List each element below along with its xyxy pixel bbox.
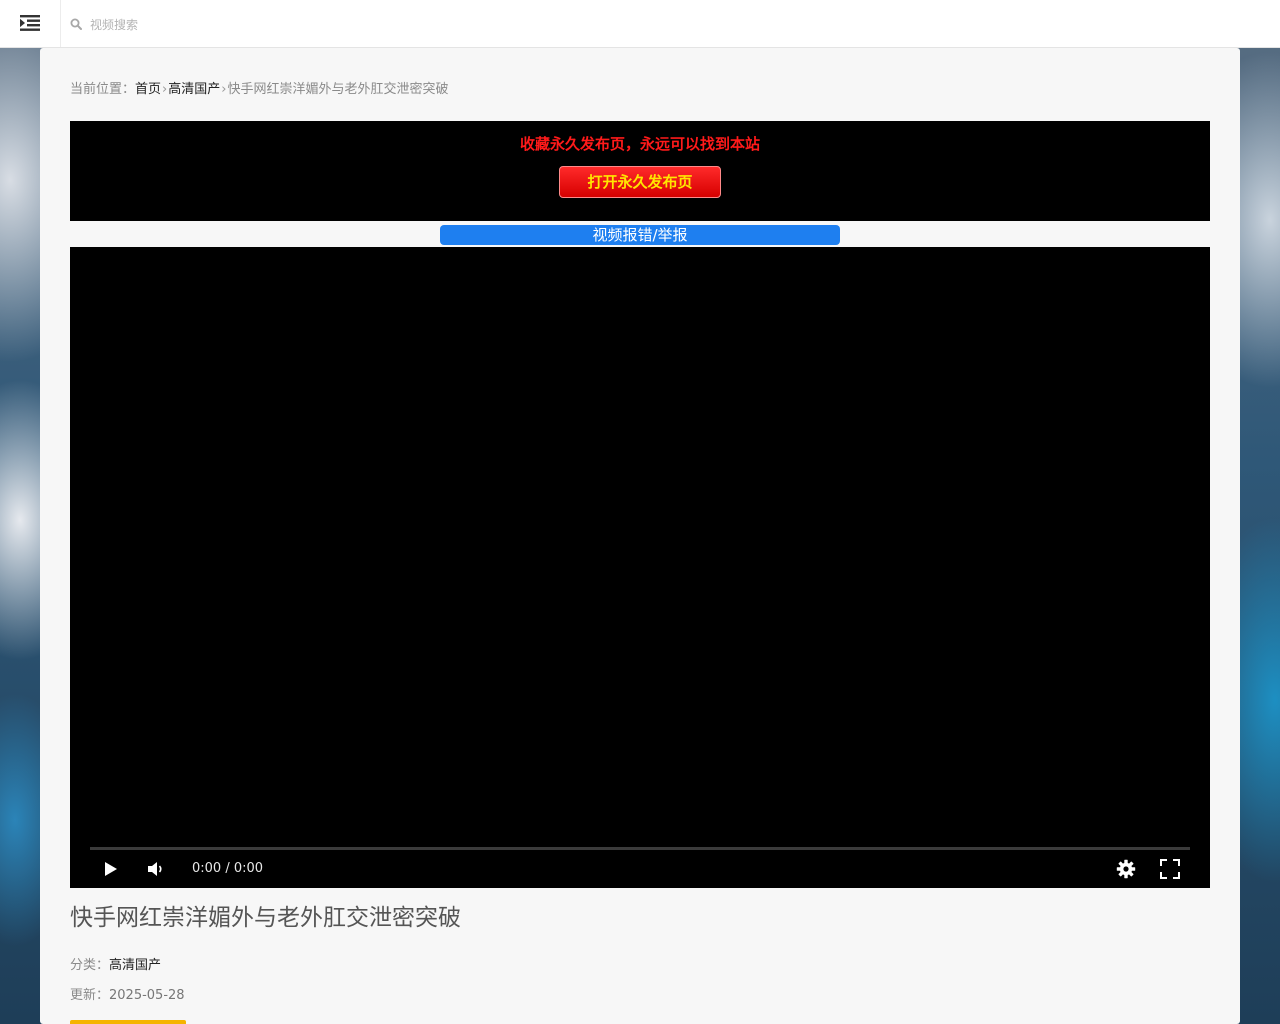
fullscreen-icon[interactable] xyxy=(1160,859,1180,879)
volume-icon[interactable] xyxy=(147,860,165,878)
breadcrumb-current: 快手网红崇洋媚外与老外肛交泄密突破 xyxy=(227,82,449,97)
breadcrumb-prefix: 当前位置： xyxy=(70,82,136,97)
breadcrumb-home-link[interactable]: 首页 xyxy=(135,82,161,97)
top-bar xyxy=(0,0,1280,48)
search-box xyxy=(70,12,470,38)
video-title: 快手网红崇洋媚外与老外肛交泄密突破 xyxy=(70,905,461,931)
progress-bar[interactable] xyxy=(90,847,1190,850)
report-video-button[interactable]: 视频报错/举报 xyxy=(440,225,840,245)
video-category-row: 分类：高清国产 xyxy=(70,954,161,973)
time-display: 0:00 / 0:00 xyxy=(192,861,263,876)
updated-date: 2025-05-28 xyxy=(109,988,185,1003)
updated-label: 更新： xyxy=(70,988,110,1003)
open-permanent-page-button[interactable]: 打开永久发布页 xyxy=(559,166,721,198)
breadcrumb-separator: › xyxy=(162,82,168,97)
promo-banner: 收藏永久发布页，永远可以找到本站 打开永久发布页 xyxy=(70,121,1210,221)
breadcrumb-category-link[interactable]: 高清国产 xyxy=(168,82,220,97)
play-icon[interactable] xyxy=(104,861,118,877)
video-updated-row: 更新：2025-05-28 xyxy=(70,984,185,1003)
breadcrumb-separator: › xyxy=(221,82,227,97)
menu-button[interactable] xyxy=(0,0,61,47)
promo-text: 收藏永久发布页，永远可以找到本站 xyxy=(519,135,760,153)
content-card: 当前位置：首页›高清国产›快手网红崇洋媚外与老外肛交泄密突破 收藏永久发布页，永… xyxy=(40,48,1240,1024)
time-current: 0:00 xyxy=(192,861,222,876)
time-separator: / xyxy=(221,861,234,876)
yellow-tab-button[interactable] xyxy=(70,1020,186,1024)
settings-gear-icon[interactable] xyxy=(1116,859,1136,879)
breadcrumb: 当前位置：首页›高清国产›快手网红崇洋媚外与老外肛交泄密突破 xyxy=(70,78,448,97)
category-label: 分类： xyxy=(70,958,110,973)
menu-indent-icon xyxy=(20,15,40,31)
time-total: 0:00 xyxy=(233,861,264,876)
search-icon xyxy=(70,18,82,30)
search-input[interactable] xyxy=(88,12,452,38)
video-player[interactable]: 0:00 / 0:00 xyxy=(70,247,1210,888)
category-link[interactable]: 高清国产 xyxy=(109,958,161,973)
